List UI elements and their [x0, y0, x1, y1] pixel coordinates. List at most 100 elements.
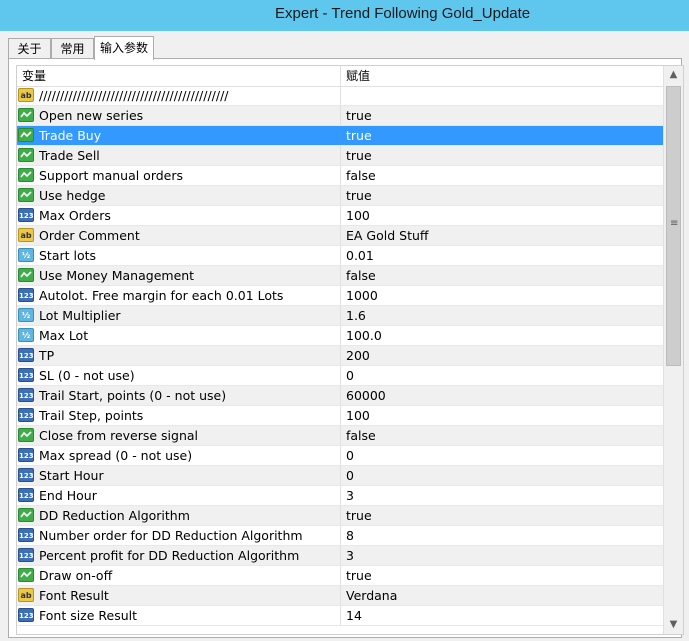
value-cell[interactable]: false — [340, 426, 663, 445]
table-row[interactable]: Trade Sell true — [17, 146, 663, 166]
table-row[interactable]: Support manual orders false — [17, 166, 663, 186]
table-row[interactable]: 123 SL (0 - not use) 0 — [17, 366, 663, 386]
value-cell[interactable]: 3 — [340, 546, 663, 565]
table-row[interactable]: 123 Font size Result 14 — [17, 606, 663, 626]
value-cell[interactable]: 200 — [340, 346, 663, 365]
table-row[interactable]: 123 Number order for DD Reduction Algorit… — [17, 526, 663, 546]
double-param-icon: ½ — [18, 248, 34, 262]
variable-cell: 123 Trail Step, points — [17, 406, 340, 425]
value-cell[interactable]: 100 — [340, 206, 663, 225]
table-row[interactable]: ½ Max Lot 100.0 — [17, 326, 663, 346]
variable-name: Start Hour — [39, 468, 104, 483]
parameters-grid: 变量 赋值 ab ////////////////////////////////… — [16, 65, 684, 635]
table-row[interactable]: Open new series true — [17, 106, 663, 126]
int-param-icon: 123 — [18, 488, 34, 502]
value-cell[interactable]: 1.6 — [340, 306, 663, 325]
tab-common[interactable]: 常用 — [51, 38, 94, 58]
value-cell[interactable]: false — [340, 166, 663, 185]
scrollbar-thumb[interactable]: ≡ — [666, 86, 681, 366]
variable-name: Font Result — [39, 588, 109, 603]
bool-param-icon — [18, 188, 34, 202]
value-cell[interactable]: 0 — [340, 446, 663, 465]
value-cell[interactable]: 0.01 — [340, 246, 663, 265]
int-param-icon: 123 — [18, 368, 34, 382]
variable-cell: 123 Number order for DD Reduction Algorit… — [17, 526, 340, 545]
table-row[interactable]: Use hedge true — [17, 186, 663, 206]
value-cell[interactable]: true — [340, 566, 663, 585]
int-param-icon: 123 — [18, 408, 34, 422]
value-cell[interactable]: true — [340, 126, 663, 145]
value-cell[interactable]: 0 — [340, 466, 663, 485]
value-cell[interactable]: false — [340, 266, 663, 285]
column-header-value[interactable]: 赋值 — [340, 66, 663, 86]
table-row[interactable]: 123 Percent profit for DD Reduction Algor… — [17, 546, 663, 566]
variable-name: Use hedge — [39, 188, 106, 203]
variable-name: Start lots — [39, 248, 97, 263]
table-row[interactable]: Close from reverse signal false — [17, 426, 663, 446]
vertical-scrollbar[interactable]: ▲ ≡ ▼ — [663, 66, 683, 634]
variable-cell: ½ Start lots — [17, 246, 340, 265]
value-cell[interactable]: 60000 — [340, 386, 663, 405]
value-cell[interactable]: true — [340, 506, 663, 525]
variable-name: Close from reverse signal — [39, 428, 199, 443]
table-row[interactable]: 123 Autolot. Free margin for each 0.01 Lo… — [17, 286, 663, 306]
variable-name: Trail Start, points (0 - not use) — [39, 388, 227, 403]
table-row[interactable]: Trade Buy true — [17, 126, 663, 146]
value-cell[interactable]: 8 — [340, 526, 663, 545]
variable-name: End Hour — [39, 488, 97, 503]
tab-inputs[interactable]: 输入参数 — [94, 36, 154, 60]
column-header-variable[interactable]: 变量 — [17, 66, 340, 86]
table-row[interactable]: ½ Lot Multiplier 1.6 — [17, 306, 663, 326]
value-cell[interactable]: true — [340, 146, 663, 165]
string-param-icon: ab — [18, 588, 34, 602]
table-row[interactable]: 123 Start Hour 0 — [17, 466, 663, 486]
value-cell[interactable]: 100 — [340, 406, 663, 425]
table-row[interactable]: Use Money Management false — [17, 266, 663, 286]
int-param-icon: 123 — [18, 208, 34, 222]
tab-about[interactable]: 关于 — [8, 38, 51, 58]
value-cell[interactable] — [340, 86, 663, 105]
value-cell[interactable]: true — [340, 186, 663, 205]
tab-about-label: 关于 — [17, 42, 42, 56]
variable-cell: Use hedge — [17, 186, 340, 205]
table-row[interactable]: 123 Trail Start, points (0 - not use) 6000… — [17, 386, 663, 406]
value-cell[interactable]: EA Gold Stuff — [340, 226, 663, 245]
variable-cell: Support manual orders — [17, 166, 340, 185]
table-row[interactable]: ½ Start lots 0.01 — [17, 246, 663, 266]
variable-name: Font size Result — [39, 608, 138, 623]
table-row[interactable]: Draw on-off true — [17, 566, 663, 586]
variable-cell: 123 Max spread (0 - not use) — [17, 446, 340, 465]
variable-name: Draw on-off — [39, 568, 113, 583]
variable-name: Max spread (0 - not use) — [39, 448, 193, 463]
scroll-down-arrow-icon[interactable]: ▼ — [664, 616, 683, 634]
value-cell[interactable]: 100.0 — [340, 326, 663, 345]
variable-cell: Trade Buy — [17, 126, 340, 145]
string-param-icon: ab — [18, 228, 34, 242]
table-row[interactable]: DD Reduction Algorithm true — [17, 506, 663, 526]
value-cell[interactable]: 0 — [340, 366, 663, 385]
table-row[interactable]: 123 Trail Step, points 100 — [17, 406, 663, 426]
int-param-icon: 123 — [18, 548, 34, 562]
table-row[interactable]: ab //////////////////////////////////////… — [17, 86, 663, 106]
table-row[interactable]: 123 Max Orders 100 — [17, 206, 663, 226]
table-row[interactable]: 123 Max spread (0 - not use) 0 — [17, 446, 663, 466]
grid-header: 变量 赋值 — [17, 66, 663, 87]
variable-cell: 123 Font size Result — [17, 606, 340, 625]
value-cell[interactable]: true — [340, 106, 663, 125]
table-row[interactable]: ab Font Result Verdana — [17, 586, 663, 606]
variable-name: Lot Multiplier — [39, 308, 121, 323]
value-cell[interactable]: 14 — [340, 606, 663, 625]
table-row[interactable]: ab Order Comment EA Gold Stuff — [17, 226, 663, 246]
scroll-up-arrow-icon[interactable]: ▲ — [664, 66, 683, 84]
table-row[interactable]: 123 End Hour 3 — [17, 486, 663, 506]
variable-cell: ab //////////////////////////////////////… — [17, 86, 340, 105]
title-bar[interactable]: Expert - Trend Following Gold_Update — [0, 0, 689, 31]
value-cell[interactable]: 3 — [340, 486, 663, 505]
table-row[interactable]: 123 TP 200 — [17, 346, 663, 366]
variable-cell: 123 Trail Start, points (0 - not use) — [17, 386, 340, 405]
variable-cell: DD Reduction Algorithm — [17, 506, 340, 525]
value-cell[interactable]: 1000 — [340, 286, 663, 305]
variable-name: TP — [39, 348, 55, 363]
variable-cell: 123 End Hour — [17, 486, 340, 505]
value-cell[interactable]: Verdana — [340, 586, 663, 605]
